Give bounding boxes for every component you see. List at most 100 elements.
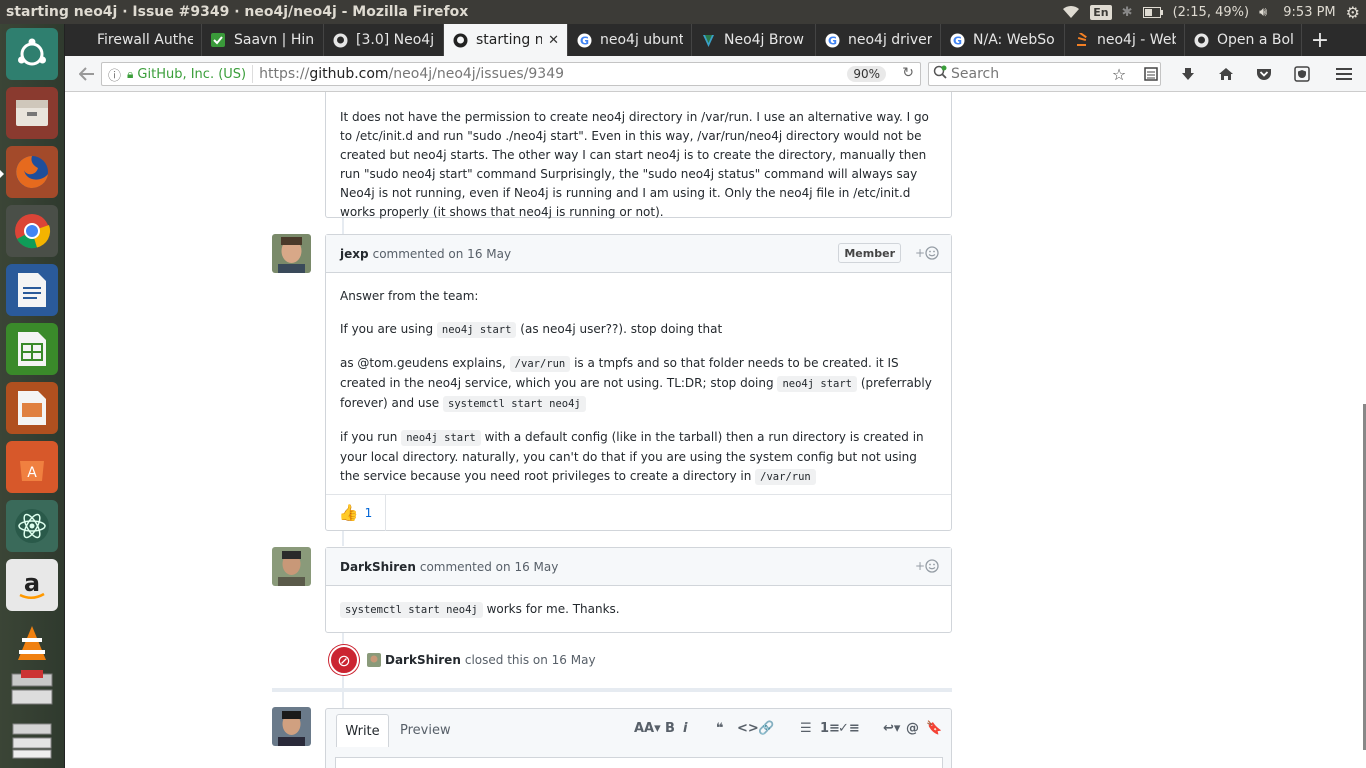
comment-paragraph: as @tom.geudens explains, /var/run is a … (340, 354, 937, 414)
numbered-list-icon[interactable]: 1≡ (820, 719, 840, 737)
inline-code: systemctl start neo4j (340, 602, 483, 618)
writer-icon[interactable] (6, 264, 58, 316)
software-center-icon[interactable]: A (6, 441, 58, 493)
mention-icon[interactable]: @ (906, 719, 919, 737)
hamburger-menu-icon[interactable] (1333, 64, 1355, 84)
google-icon: G (824, 32, 840, 48)
task-list-icon[interactable]: ✓≡ (838, 719, 860, 737)
event-text: closed this on 16 May (464, 653, 596, 667)
info-icon[interactable]: ⓘ (108, 65, 121, 84)
preview-tab[interactable]: Preview (400, 714, 451, 747)
files-icon[interactable] (6, 87, 58, 139)
comment-text: if you run (340, 430, 398, 444)
tab-neo4j-3-0[interactable]: [3.0] Neo4j p (324, 24, 444, 56)
comment-author[interactable]: DarkShiren (340, 560, 416, 574)
comment-author[interactable]: jexp (340, 247, 369, 261)
thumbs-up-reaction-button[interactable]: 👍 1 (326, 494, 386, 531)
tab-neo4j-web[interactable]: neo4j - Web (1065, 24, 1185, 56)
navigation-bar: ⓘ 🔒︎ GitHub, Inc. (US) https://github.co… (65, 56, 1366, 92)
comment-textarea[interactable] (335, 757, 943, 768)
comment-header: DarkShiren commented on 16 May + (326, 548, 951, 586)
italic-icon[interactable]: i (683, 719, 687, 737)
reading-list-icon[interactable] (1140, 64, 1162, 84)
url-bar[interactable]: ⓘ 🔒︎ GitHub, Inc. (US) https://github.co… (101, 62, 921, 86)
tab-saavn[interactable]: Saavn | Hinc (202, 24, 324, 56)
bluetooth-icon[interactable]: ✱ (1122, 3, 1133, 21)
clock[interactable]: 9:53 PM (1283, 5, 1335, 20)
tab-open-bolt[interactable]: Open a Bolt (1185, 24, 1302, 56)
battery-status[interactable]: (2:15, 49%) (1173, 5, 1250, 20)
back-button[interactable] (73, 61, 101, 87)
tab-websocket[interactable]: G N/A: WebSo (941, 24, 1065, 56)
calc-icon[interactable] (6, 323, 58, 375)
url-text[interactable]: https://github.com/neo4j/neo4j/issues/93… (259, 66, 564, 82)
pocket-icon[interactable] (1253, 64, 1275, 84)
current-user-avatar[interactable] (272, 707, 311, 746)
shield-icon[interactable] (1291, 64, 1313, 84)
atom-icon[interactable] (6, 500, 58, 552)
trash-icon[interactable] (6, 714, 58, 766)
tab-firewall[interactable]: Firewall Auther (65, 24, 202, 56)
home-icon[interactable] (1215, 64, 1237, 84)
tab-bar: Firewall Auther Saavn | Hinc [3.0] Neo4j… (65, 24, 1366, 56)
svg-text:G: G (579, 34, 588, 47)
inline-code: systemctl start neo4j (443, 396, 586, 412)
avatar[interactable] (272, 234, 311, 273)
window-title: starting neo4j · Issue #9349 · neo4j/neo… (6, 4, 469, 20)
bulleted-list-icon[interactable]: ☰ (800, 719, 812, 737)
comment-body: It does not have the permission to creat… (326, 92, 951, 236)
url-scheme: https:// (259, 66, 310, 82)
saved-reply-icon[interactable]: 🔖 (926, 719, 942, 737)
dash-icon[interactable] (6, 28, 58, 80)
text-size-icon[interactable]: AA▾ (634, 719, 661, 737)
comment-text: as @tom.geudens explains, (340, 356, 506, 370)
site-identity[interactable]: GitHub, Inc. (US) (137, 67, 246, 82)
page-content: It does not have the permission to creat… (65, 92, 1366, 768)
amazon-icon[interactable]: a (6, 559, 58, 611)
comment-timestamp[interactable]: commented on 16 May (420, 560, 558, 574)
bold-icon[interactable]: B (665, 719, 675, 737)
tab-neo4j-browser[interactable]: Neo4j Brow (692, 24, 816, 56)
discussion-divider (272, 688, 952, 692)
settings-gear-icon[interactable]: ⚙ (1346, 3, 1360, 22)
battery-icon[interactable] (1142, 3, 1163, 21)
code-icon[interactable]: <> (737, 719, 759, 737)
url-host: github.com (309, 66, 389, 82)
inline-code: /var/run (509, 356, 571, 372)
svg-text:A: A (27, 465, 37, 481)
svg-text:G: G (827, 34, 836, 47)
firefox-icon[interactable] (6, 146, 58, 198)
avatar[interactable] (367, 653, 381, 667)
impress-icon[interactable] (6, 382, 58, 434)
new-tab-button[interactable]: + (1302, 24, 1338, 56)
inline-code: /var/run (755, 469, 816, 485)
write-tab[interactable]: Write (336, 714, 389, 747)
volume-icon[interactable]: 🔊︎ (1259, 3, 1267, 21)
link-icon[interactable]: 🔗 (758, 719, 774, 737)
add-reaction-icon[interactable]: + (915, 246, 939, 260)
event-author[interactable]: DarkShiren (385, 653, 461, 667)
bookmark-star-icon[interactable]: ☆ (1108, 64, 1130, 84)
tab-starting-neo4j[interactable]: starting n ✕ (444, 24, 568, 56)
chrome-icon[interactable] (6, 205, 58, 257)
closed-event: ⊘ DarkShiren closed this on 16 May (329, 645, 596, 675)
close-tab-icon[interactable]: ✕ (548, 33, 559, 48)
comment-timestamp[interactable]: commented on 16 May (373, 247, 511, 261)
download-icon[interactable] (1177, 64, 1199, 84)
wifi-icon[interactable] (1062, 3, 1080, 21)
avatar[interactable] (272, 547, 311, 586)
comment-paragraph: Answer from the team: (340, 287, 937, 306)
google-icon: G (576, 32, 592, 48)
github-icon (332, 32, 348, 48)
workspace-switcher-icon[interactable] (6, 664, 58, 716)
vlc-icon[interactable] (6, 618, 58, 670)
tab-neo4j-driver[interactable]: G neo4j driver (816, 24, 941, 56)
quote-icon[interactable]: ❝ (716, 719, 724, 737)
tab-neo4j-ubuntu[interactable]: G neo4j ubunt (568, 24, 692, 56)
zoom-indicator[interactable]: 90% (847, 66, 886, 82)
reload-icon[interactable]: ↻ (902, 65, 914, 81)
closed-icon: ⊘ (329, 645, 359, 675)
keyboard-layout-indicator[interactable]: En (1090, 4, 1112, 20)
reply-icon[interactable]: ↩▾ (883, 719, 900, 737)
add-reaction-icon[interactable]: + (915, 559, 939, 573)
